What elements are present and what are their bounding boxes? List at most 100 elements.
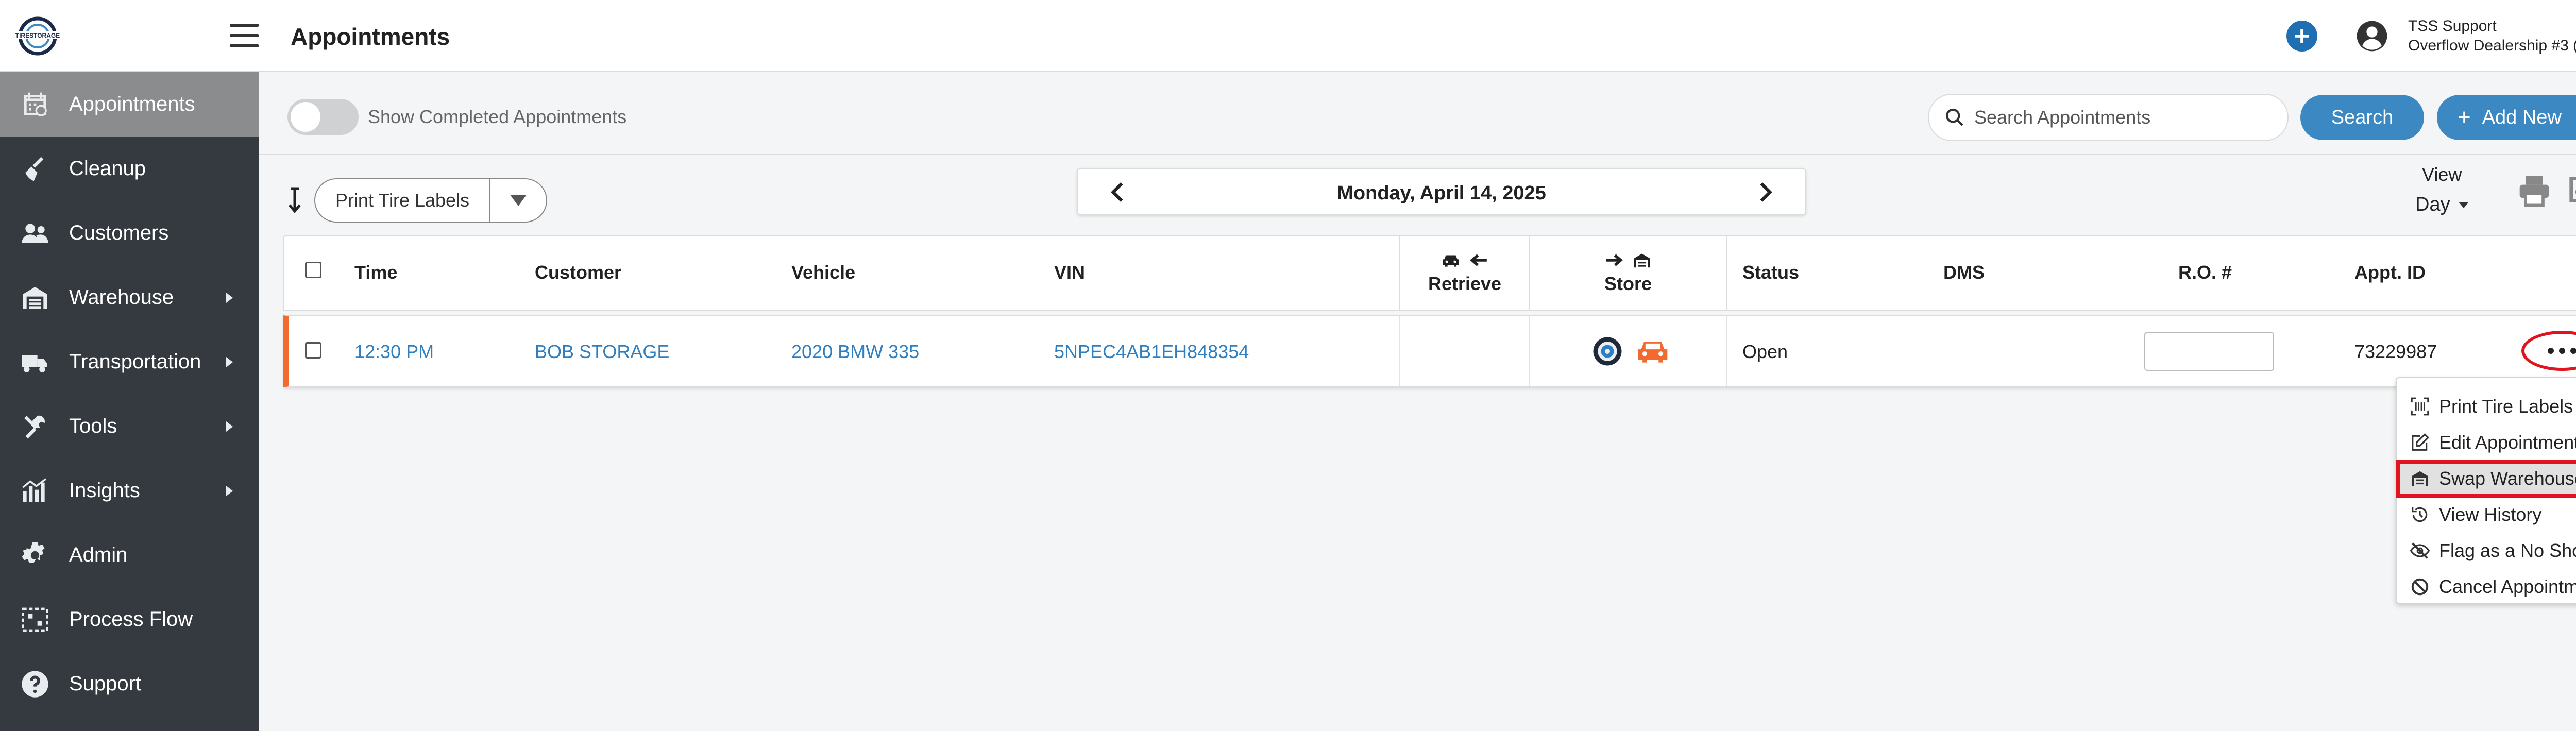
sidebar-item-label: Cleanup [69, 157, 146, 180]
sidebar-item-label: Insights [69, 479, 140, 502]
row-actions-menu: Print Tire Labels Edit Appointment Swap … [2396, 377, 2576, 604]
plus-icon: + [2458, 105, 2471, 130]
show-completed-label: Show Completed Appointments [368, 106, 627, 127]
retrieve-label: Retrieve [1428, 273, 1502, 294]
appointment-time-link[interactable]: 12:30 PM [354, 341, 434, 363]
print-tire-labels-group: Print Tire Labels [314, 178, 547, 223]
customer-link[interactable]: BOB STORAGE [535, 341, 669, 363]
gear-icon [19, 539, 52, 572]
row-checkbox[interactable] [305, 342, 321, 359]
tire-icon[interactable] [1592, 336, 1623, 367]
column-header-time[interactable]: Time [354, 262, 397, 283]
menu-item-edit-appointment[interactable]: Edit Appointment [2397, 424, 2576, 461]
printer-icon[interactable] [2517, 173, 2552, 208]
column-header-status[interactable]: Status [1742, 262, 1799, 283]
top-bar: Appointments + TSS Support Overflow Deal… [259, 0, 2576, 72]
show-completed-toggle[interactable] [287, 99, 359, 135]
warehouse-icon [1634, 253, 1650, 268]
select-all-checkbox[interactable] [305, 262, 321, 278]
store-label: Store [1604, 273, 1652, 294]
column-header-vehicle[interactable]: Vehicle [791, 262, 855, 283]
column-header-appt-id[interactable]: Appt. ID [2354, 262, 2426, 283]
sort-icon[interactable] [287, 186, 302, 213]
appointments-table-header: Time Customer Vehicle VIN Retrieve Store… [283, 235, 2576, 311]
sidebar-item-label: Support [69, 672, 142, 695]
sidebar-item-tools[interactable]: Tools [0, 394, 259, 458]
view-select-value: Day [2415, 194, 2450, 215]
sidebar: TIRESTORAGE Appointments Cleanup Custome… [0, 0, 259, 731]
column-header-dms[interactable]: DMS [1943, 262, 1985, 283]
menu-item-label: View History [2439, 504, 2542, 525]
user-avatar-icon[interactable] [2355, 20, 2388, 53]
menu-item-label: Swap Warehouse [2439, 468, 2576, 489]
hamburger-menu-icon[interactable] [230, 24, 259, 47]
vin-link[interactable]: 5NPEC4AB1EH848354 [1054, 341, 1249, 363]
table-row[interactable]: 12:30 PM BOB STORAGE 2020 BMW 335 5NPEC4… [283, 315, 2576, 387]
sidebar-item-transportation[interactable]: Transportation [0, 330, 259, 394]
chevron-right-icon [226, 292, 233, 303]
history-icon [2412, 507, 2428, 522]
sidebar-item-process-flow[interactable]: Process Flow [0, 587, 259, 652]
user-name: TSS Support [2408, 18, 2497, 35]
sidebar-item-customers[interactable]: Customers [0, 201, 259, 265]
arrow-left-icon [1470, 254, 1487, 266]
sidebar-nav: Appointments Cleanup Customers Warehouse [0, 72, 259, 716]
sidebar-item-support[interactable]: Support [0, 652, 259, 716]
column-header-vin[interactable]: VIN [1054, 262, 1085, 283]
column-header-retrieve[interactable]: Retrieve [1400, 247, 1529, 295]
appt-id-value: 73229987 [2354, 341, 2437, 362]
menu-item-cancel-appointment[interactable]: Cancel Appointment [2397, 569, 2576, 605]
add-new-button[interactable]: + Add New [2437, 95, 2576, 140]
menu-item-label: Cancel Appointment [2439, 576, 2576, 597]
sidebar-item-warehouse[interactable]: Warehouse [0, 265, 259, 330]
view-select[interactable]: Day [2415, 194, 2469, 216]
menu-item-swap-warehouse[interactable]: Swap Warehouse [2396, 460, 2576, 498]
print-tire-labels-button[interactable]: Print Tire Labels [315, 179, 490, 222]
edit-icon [2412, 433, 2430, 451]
car-icon [1443, 255, 1459, 267]
truck-icon [19, 346, 52, 379]
column-header-store[interactable]: Store [1530, 247, 1726, 295]
sidebar-item-admin[interactable]: Admin [0, 523, 259, 587]
broom-icon [19, 152, 52, 185]
chevron-right-icon [226, 485, 233, 496]
tools-icon [19, 410, 52, 443]
quick-add-plus-icon[interactable]: + [2286, 21, 2317, 52]
sidebar-item-insights[interactable]: Insights [0, 458, 259, 523]
tirestorage-logo[interactable]: TIRESTORAGE [9, 15, 66, 57]
print-options-dropdown[interactable] [490, 195, 546, 206]
warehouse-icon [2412, 471, 2428, 486]
sidebar-item-cleanup[interactable]: Cleanup [0, 137, 259, 201]
car-orange-icon[interactable] [1635, 337, 1670, 365]
chevron-right-icon[interactable] [1752, 179, 1777, 205]
sidebar-item-label: Transportation [69, 350, 201, 373]
menu-item-view-history[interactable]: View History [2397, 497, 2576, 533]
menu-item-flag-no-show[interactable]: Flag as a No Show [2397, 533, 2576, 569]
column-header-ro[interactable]: R.O. # [2178, 262, 2232, 283]
page-title: Appointments [291, 23, 450, 50]
help-icon [19, 668, 52, 701]
logo-area: TIRESTORAGE [0, 0, 259, 72]
view-label: View [2422, 164, 2462, 185]
menu-item-print-tire-labels[interactable]: Print Tire Labels [2397, 388, 2576, 424]
sidebar-item-label: Warehouse [69, 286, 174, 309]
search-icon [1945, 108, 1963, 126]
ban-icon [2411, 578, 2429, 596]
arrow-right-icon [1606, 254, 1623, 266]
search-button[interactable]: Search [2300, 95, 2424, 140]
sidebar-item-label: Appointments [69, 93, 195, 115]
chart-icon [19, 474, 52, 507]
dealership-name: Overflow Dealership #3 (73) [2408, 37, 2576, 54]
menu-item-label: Edit Appointment [2439, 432, 2576, 453]
search-input[interactable] [1974, 107, 2263, 128]
sidebar-item-appointments[interactable]: Appointments [0, 72, 259, 137]
share-export-icon[interactable] [2566, 173, 2576, 206]
current-date[interactable]: Monday, April 14, 2025 [1078, 182, 1805, 205]
menu-item-label: Flag as a No Show [2439, 540, 2576, 561]
ro-number-input[interactable] [2144, 332, 2274, 371]
more-actions-button[interactable] [2521, 331, 2576, 371]
vehicle-link[interactable]: 2020 BMW 335 [791, 341, 919, 363]
sidebar-item-label: Tools [69, 415, 117, 437]
filter-bar: Show Completed Appointments Search + Add… [259, 73, 2576, 155]
column-header-customer[interactable]: Customer [535, 262, 621, 283]
